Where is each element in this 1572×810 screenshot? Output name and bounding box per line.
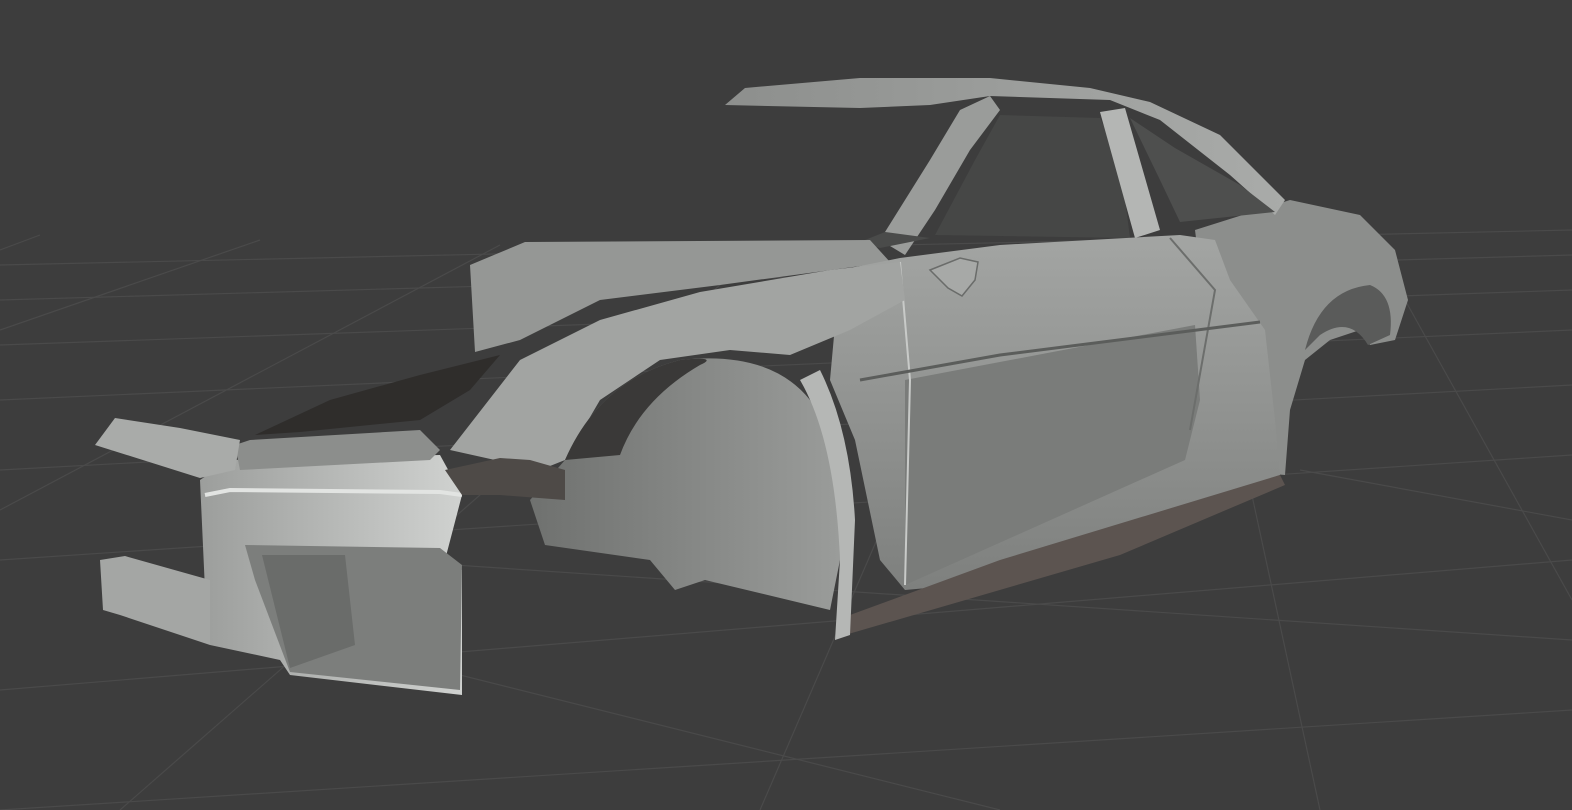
3d-viewport[interactable] [0,0,1572,810]
front-canard-lower [100,556,210,645]
viewport-canvas[interactable] [0,0,1572,810]
hood-vent [255,355,500,435]
front-canard-upper [95,418,240,478]
